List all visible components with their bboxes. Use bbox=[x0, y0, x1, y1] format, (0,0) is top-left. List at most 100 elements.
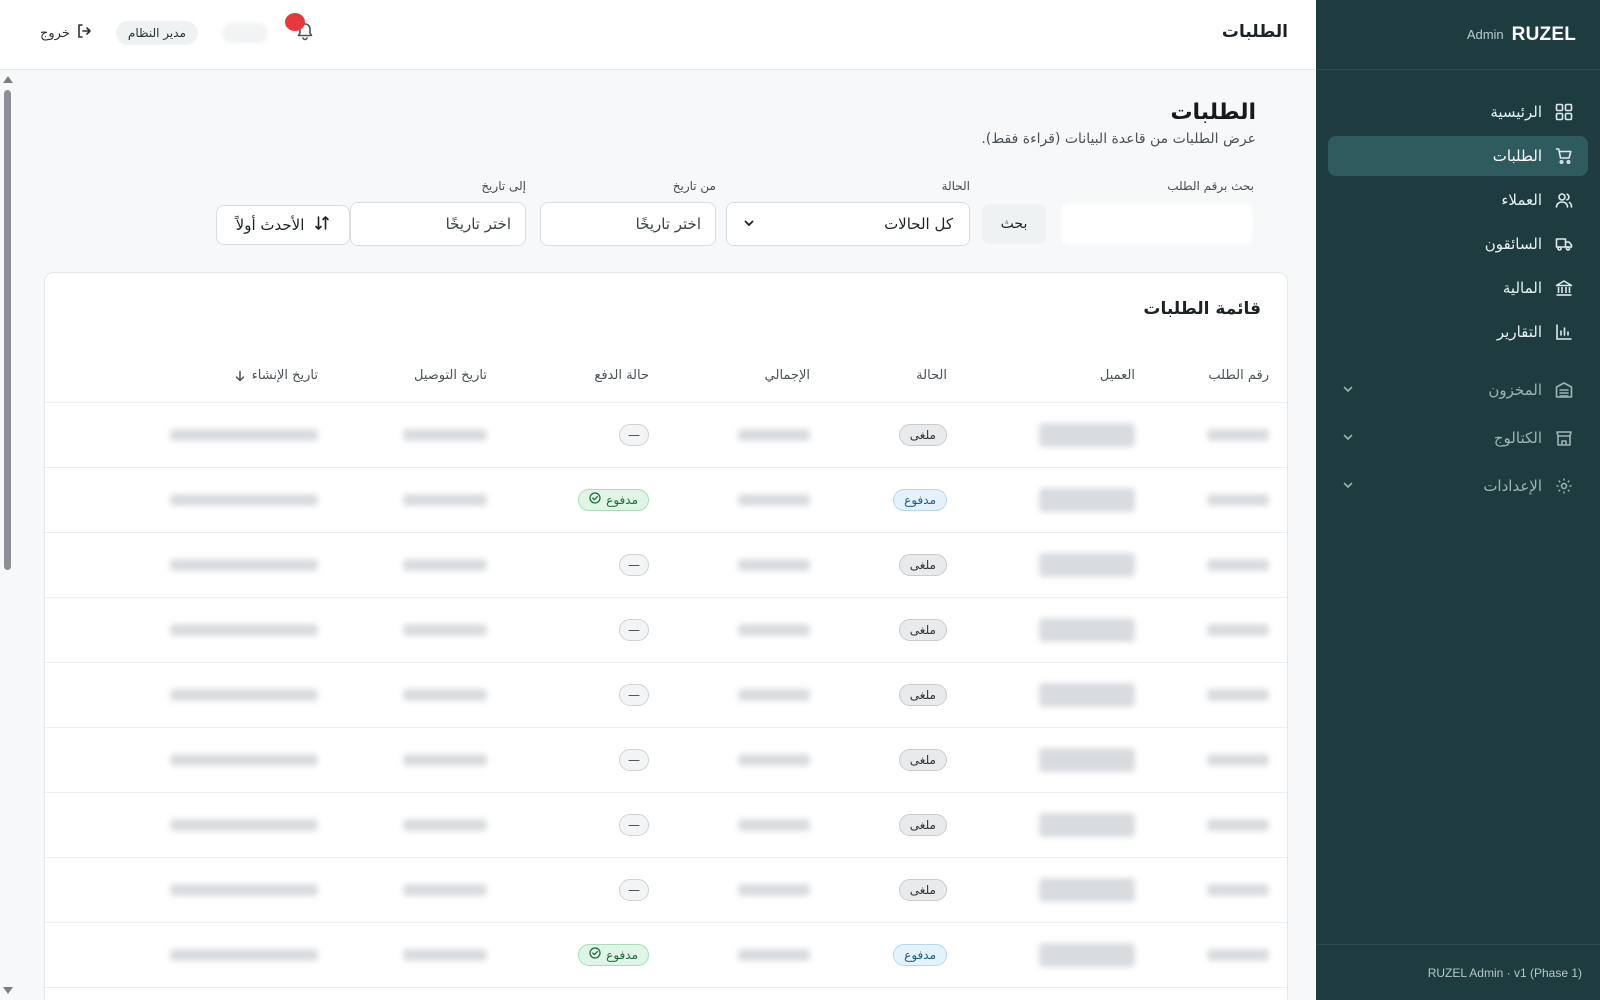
sidebar-item-customers[interactable]: العملاء bbox=[1328, 180, 1588, 220]
sidebar-item-inventory[interactable]: المخزون bbox=[1328, 370, 1588, 410]
customer-name-blurred bbox=[1039, 748, 1135, 772]
col-delivery-date[interactable]: تاريخ التوصيل bbox=[414, 368, 487, 383]
page-title: الطلبات bbox=[1170, 100, 1256, 125]
payment-status-badge: مدفوع bbox=[578, 944, 649, 966]
sidebar-item-drivers[interactable]: السائقون bbox=[1328, 224, 1588, 264]
table-row[interactable]: ملغى — bbox=[45, 403, 1287, 468]
sidebar-item-label: المالية bbox=[1502, 279, 1542, 297]
sidebar-item-label: الرئيسية bbox=[1490, 103, 1542, 121]
table-row[interactable]: مدفوع مدفوع bbox=[45, 468, 1287, 533]
table-row[interactable]: ملغى — bbox=[45, 598, 1287, 663]
page-scrollbar[interactable] bbox=[0, 70, 14, 1000]
table-row[interactable]: ملغى — bbox=[45, 858, 1287, 923]
brand-sub: Admin bbox=[1466, 27, 1504, 42]
search-button[interactable]: بحث bbox=[982, 204, 1046, 244]
col-customer[interactable]: العميل bbox=[1100, 368, 1135, 383]
total-blurred bbox=[738, 494, 810, 506]
table-header: رقم الطلب العميل الحالة الإجمالي حالة ال… bbox=[45, 353, 1287, 403]
dashboard-grid-icon bbox=[1554, 102, 1574, 122]
col-created-at[interactable]: تاريخ الإنشاء bbox=[234, 368, 318, 383]
notification-dot bbox=[284, 13, 305, 31]
to-date-placeholder: اختر تاريخًا bbox=[445, 215, 511, 233]
logout-label: خروج bbox=[40, 25, 70, 41]
sidebar-footer: RUZEL Admin · v1 (Phase 1) bbox=[1316, 944, 1600, 1000]
scroll-thumb[interactable] bbox=[4, 90, 11, 570]
table-row[interactable]: ملغى — bbox=[45, 663, 1287, 728]
sidebar-nav: الرئيسية الطلبات العملاء السائقون المالي… bbox=[1316, 70, 1600, 506]
delivery-date-blurred bbox=[403, 429, 487, 441]
search-label: بحث برقم الطلب bbox=[1167, 179, 1254, 193]
delivery-date-blurred bbox=[403, 949, 487, 961]
delivery-date-blurred bbox=[403, 884, 487, 896]
payment-status-badge: مدفوع bbox=[578, 489, 649, 511]
order-number-blurred bbox=[1207, 689, 1269, 701]
customer-name-blurred bbox=[1039, 488, 1135, 512]
table-row[interactable]: ملغى — bbox=[45, 793, 1287, 858]
sidebar-item-reports[interactable]: التقارير bbox=[1328, 312, 1588, 352]
sort-arrows-icon bbox=[314, 215, 330, 235]
total-blurred bbox=[738, 949, 810, 961]
sidebar-item-finance[interactable]: المالية bbox=[1328, 268, 1588, 308]
total-blurred bbox=[738, 819, 810, 831]
chevron-down-icon bbox=[1342, 429, 1354, 447]
col-payment-status[interactable]: حالة الدفع bbox=[594, 368, 649, 383]
payment-status-label: مدفوع bbox=[606, 493, 638, 507]
gear-icon bbox=[1554, 476, 1574, 496]
sidebar-item-catalog[interactable]: الكتالوج bbox=[1328, 418, 1588, 458]
sidebar-item-label: الكتالوج bbox=[1493, 429, 1542, 447]
order-number-blurred bbox=[1207, 429, 1269, 441]
total-blurred bbox=[738, 429, 810, 441]
payment-status-badge: — bbox=[619, 749, 649, 771]
customer-name-blurred bbox=[1039, 423, 1135, 447]
col-order-no[interactable]: رقم الطلب bbox=[1208, 368, 1269, 383]
sort-button[interactable]: الأحدث أولاً bbox=[216, 205, 350, 245]
logout-icon bbox=[76, 23, 92, 43]
cart-icon bbox=[1554, 146, 1574, 166]
status-select-value: كل الحالات bbox=[884, 215, 953, 233]
check-circle-icon bbox=[589, 947, 601, 963]
topbar-title: الطلبات bbox=[1221, 22, 1288, 42]
order-status-badge: ملغى bbox=[898, 749, 947, 771]
store-icon bbox=[1554, 428, 1574, 448]
order-number-blurred bbox=[1207, 494, 1269, 506]
col-total[interactable]: الإجمالي bbox=[765, 368, 810, 383]
from-date-placeholder: اختر تاريخًا bbox=[635, 215, 701, 233]
order-number-blurred bbox=[1207, 819, 1269, 831]
topbar: الطلبات خروج مدير النظام bbox=[0, 0, 1316, 70]
order-status-badge: ملغى bbox=[898, 554, 947, 576]
table-row[interactable]: ملغى — bbox=[45, 728, 1287, 793]
created-at-blurred bbox=[170, 494, 318, 506]
page-subtitle: عرض الطلبات من قاعدة البيانات (قراءة فقط… bbox=[981, 131, 1256, 147]
delivery-date-blurred bbox=[403, 624, 487, 636]
top-actions: خروج مدير النظام bbox=[40, 13, 318, 46]
order-number-blurred bbox=[1207, 754, 1269, 766]
col-status[interactable]: الحالة bbox=[916, 368, 947, 383]
order-search-input[interactable] bbox=[1060, 202, 1254, 246]
table-row[interactable]: مدفوع مدفوع bbox=[45, 923, 1287, 988]
scroll-down-arrow-icon[interactable] bbox=[3, 987, 13, 994]
notifications-button[interactable] bbox=[284, 13, 318, 46]
sidebar-item-label: التقارير bbox=[1496, 323, 1542, 341]
sidebar-item-settings[interactable]: الإعدادات bbox=[1328, 466, 1588, 506]
from-date-input[interactable]: اختر تاريخًا bbox=[540, 202, 716, 246]
status-select[interactable]: كل الحالات bbox=[726, 202, 970, 246]
chevron-down-icon bbox=[1342, 477, 1354, 495]
delivery-date-blurred bbox=[403, 754, 487, 766]
order-number-blurred bbox=[1207, 624, 1269, 636]
created-at-blurred bbox=[170, 754, 318, 766]
sidebar-item-orders[interactable]: الطلبات bbox=[1328, 136, 1588, 176]
user-name-blurred bbox=[221, 23, 268, 43]
order-status-badge: ملغى bbox=[898, 684, 947, 706]
payment-status-badge: — bbox=[619, 619, 649, 641]
sidebar-item-label: العملاء bbox=[1501, 191, 1542, 209]
payment-status-badge: — bbox=[619, 814, 649, 836]
table-row[interactable]: ملغى — bbox=[45, 533, 1287, 598]
logout-button[interactable]: خروج bbox=[40, 23, 92, 43]
to-date-input[interactable]: اختر تاريخًا bbox=[350, 202, 526, 246]
sidebar-item-label: الإعدادات bbox=[1483, 477, 1542, 495]
bar-chart-icon bbox=[1554, 322, 1574, 342]
scroll-up-arrow-icon[interactable] bbox=[3, 76, 13, 83]
sidebar-item-home[interactable]: الرئيسية bbox=[1328, 92, 1588, 132]
total-blurred bbox=[738, 624, 810, 636]
delivery-date-blurred bbox=[403, 819, 487, 831]
